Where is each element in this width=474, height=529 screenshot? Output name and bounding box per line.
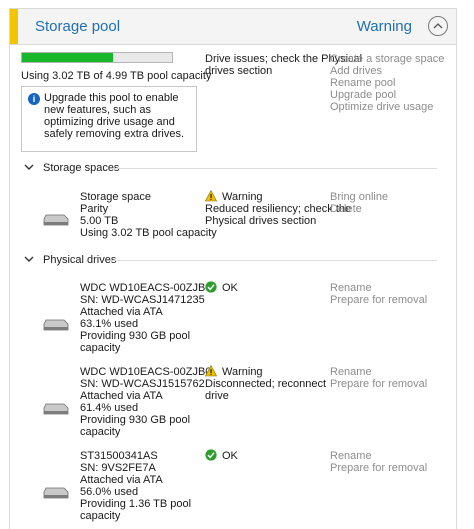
- chevron-down-icon: [24, 164, 34, 170]
- prepare-for-removal-link[interactable]: Prepare for removal: [330, 294, 427, 306]
- delete-space-link[interactable]: Delete: [330, 203, 362, 215]
- drive-icon: [43, 403, 69, 415]
- ok-check-icon: [205, 281, 217, 293]
- prepare-for-removal-link[interactable]: Prepare for removal: [330, 378, 427, 390]
- section-divider: [110, 260, 437, 261]
- drive-connection: Attached via ATA: [80, 474, 163, 486]
- create-storage-space-link[interactable]: Create a storage space: [330, 53, 444, 65]
- drive-model: WDC WD10EACS-00ZJB0: [80, 282, 212, 294]
- drive-used: 61.4% used: [80, 402, 139, 414]
- drive-serial: SN: WD-WCASJ1471235: [80, 294, 205, 306]
- drive-status: OK: [222, 450, 238, 462]
- pool-issue-text-2: drives section: [205, 65, 273, 77]
- rename-pool-link[interactable]: Rename pool: [330, 77, 395, 89]
- info-icon: i: [28, 93, 40, 105]
- space-status: Warning: [222, 191, 263, 203]
- drive-serial: SN: WD-WCASJ1515762: [80, 378, 205, 390]
- drive-providing: Providing 930 GB pool: [80, 330, 191, 342]
- space-resiliency: Parity: [80, 203, 109, 215]
- space-status-detail-2: Physical drives section: [205, 215, 317, 227]
- warning-icon: [205, 190, 217, 202]
- space-name: Storage space: [80, 191, 151, 203]
- drive-serial: SN: 9VS2FE7A: [80, 462, 156, 474]
- warning-accent-strip: [10, 9, 18, 44]
- pool-header[interactable]: Storage pool Warning: [9, 8, 457, 45]
- storage-spaces-heading: Storage spaces: [43, 162, 120, 174]
- ok-check-icon: [205, 449, 217, 461]
- upgrade-info-box: i Upgrade this pool to enable new featur…: [21, 86, 197, 152]
- pool-title: Storage pool: [35, 18, 121, 35]
- capacity-bar: [21, 52, 173, 63]
- warning-icon: [205, 365, 217, 377]
- upgrade-pool-link[interactable]: Upgrade pool: [330, 89, 396, 101]
- drive-status: OK: [222, 282, 238, 294]
- prepare-for-removal-link[interactable]: Prepare for removal: [330, 462, 427, 474]
- drive-model: ST31500341AS: [80, 450, 158, 462]
- drive-connection: Attached via ATA: [80, 390, 163, 402]
- drive-status-detail: Disconnected; reconnect: [205, 378, 327, 390]
- drive-providing: Providing 1.36 TB pool: [80, 498, 192, 510]
- chevron-down-icon: [24, 256, 34, 262]
- collapse-button[interactable]: [428, 16, 448, 36]
- pool-status: Warning: [356, 18, 412, 35]
- drive-status-detail-2: drive: [205, 390, 229, 402]
- drive-used: 56.0% used: [80, 486, 139, 498]
- drive-status: Warning: [222, 366, 263, 378]
- drive-icon: [43, 319, 69, 331]
- physical-drives-heading: Physical drives: [43, 254, 117, 266]
- drive-icon: [43, 487, 69, 499]
- optimize-drive-usage-link[interactable]: Optimize drive usage: [330, 101, 433, 113]
- add-drives-link[interactable]: Add drives: [330, 65, 382, 77]
- space-size: 5.00 TB: [80, 215, 119, 227]
- drive-model: WDC WD10EACS-00ZJB0: [80, 366, 212, 378]
- capacity-bar-fill: [22, 53, 113, 62]
- drive-providing: Providing 930 GB pool: [80, 414, 191, 426]
- rename-drive-link[interactable]: Rename: [330, 450, 372, 462]
- capacity-text: Using 3.02 TB of 4.99 TB pool capacity: [21, 70, 212, 82]
- drive-connection: Attached via ATA: [80, 306, 163, 318]
- drive-providing-2: capacity: [80, 342, 121, 354]
- section-divider: [112, 168, 437, 169]
- drive-providing-2: capacity: [80, 510, 121, 522]
- bring-online-link[interactable]: Bring online: [330, 191, 388, 203]
- chevron-up-icon: [433, 23, 443, 29]
- drive-providing-2: capacity: [80, 426, 121, 438]
- space-usage: Using 3.02 TB pool capacity: [80, 227, 217, 239]
- rename-drive-link[interactable]: Rename: [330, 366, 372, 378]
- storage-space-drive-icon: [43, 214, 69, 226]
- rename-drive-link[interactable]: Rename: [330, 282, 372, 294]
- upgrade-info-text: Upgrade this pool to enable new features…: [44, 92, 184, 140]
- drive-used: 63.1% used: [80, 318, 139, 330]
